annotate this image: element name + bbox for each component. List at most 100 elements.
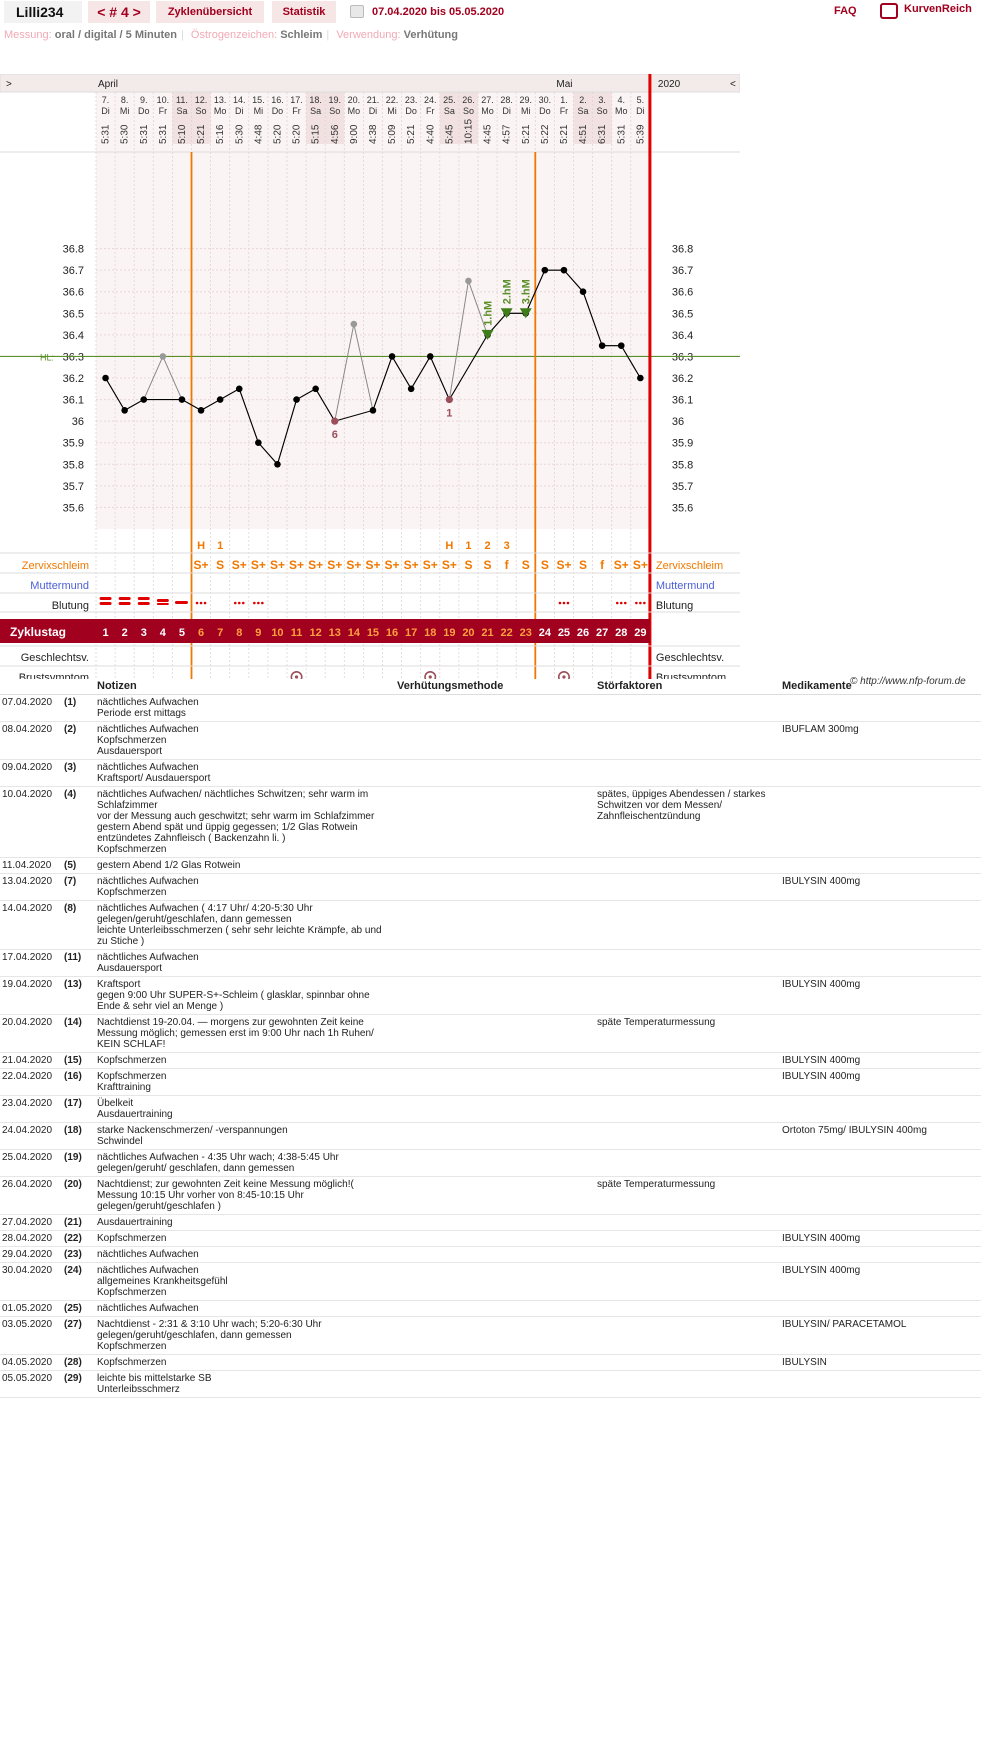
note-medi [780, 1176, 981, 1215]
note-medi: IBULYSIN 400mg [780, 1262, 981, 1301]
date-label: 8. [121, 95, 129, 105]
note-date: 10.04.2020 [0, 786, 62, 858]
note-day-number: (27) [62, 1316, 95, 1355]
note-method [395, 759, 595, 787]
mucus-mark: S+ [308, 558, 323, 572]
mucus-mark: S [216, 558, 224, 572]
time-label: 4:45 [483, 124, 494, 144]
table-row: 28.04.2020 (22) Kopfschmerzen IBULYSIN 400m… [0, 1230, 981, 1247]
note-date: 19.04.2020 [0, 976, 62, 1015]
setting-value-usage: Verhütung [403, 29, 458, 41]
spotting-dot [253, 601, 256, 605]
note-stoer [595, 1370, 780, 1398]
row-label-blutung: Blutung [52, 600, 89, 612]
note-text: Kraftsport gegen 9:00 Uhr SUPER-S+-Schle… [95, 976, 395, 1015]
cycle-day-number: 16 [386, 627, 398, 639]
note-day-number: (5) [62, 857, 95, 874]
note-day-number: (8) [62, 900, 95, 950]
date-label: 18. [309, 95, 322, 105]
time-label: 6:31 [597, 124, 608, 144]
mucus-mark: S+ [633, 558, 648, 572]
weekday-label: Do [138, 106, 150, 116]
temp-point [216, 396, 224, 403]
tab-statistics[interactable]: Statistik [272, 1, 336, 23]
date-label: 13. [214, 95, 227, 105]
bleeding-mark [99, 597, 112, 600]
note-medi: IBULYSIN 400mg [780, 976, 981, 1015]
tab-cycle-overview[interactable]: Zyklenübersicht [156, 1, 264, 23]
time-label: 5:31 [616, 124, 627, 144]
grid-bg [96, 92, 650, 529]
cycle-day-number: 3 [141, 627, 147, 639]
table-row: 07.04.2020 (1) nächtliches Aufwachen Perio… [0, 694, 981, 722]
high-temp-label: 1.hM [483, 301, 495, 326]
weekday-label: Fr [560, 106, 569, 116]
faq-link[interactable]: FAQ [834, 5, 857, 17]
mucus-mark: S+ [327, 558, 342, 572]
note-day-number: (2) [62, 721, 95, 760]
note-date: 25.04.2020 [0, 1149, 62, 1177]
note-date: 17.04.2020 [0, 949, 62, 977]
note-text: starke Nackenschmerzen/ -verspannungen S… [95, 1122, 395, 1150]
note-text: nächtliches Aufwachen Kopfschmerzen Ausd… [95, 721, 395, 760]
note-text: nächtliches Aufwachen - 4:35 Uhr wach; 4… [95, 1149, 395, 1177]
mucus-mark: S+ [423, 558, 438, 572]
note-stoer [595, 1095, 780, 1123]
row-label-right-zervix: Zervixschleim [656, 560, 723, 572]
table-row: 25.04.2020 (19) nächtliches Aufwachen - 4:… [0, 1149, 981, 1177]
spotting-dot [203, 601, 207, 605]
note-method [395, 949, 595, 977]
col-header-stoer: Störfaktoren [595, 678, 780, 695]
notes-section: Notizen Verhütungsmethode Störfaktoren M… [0, 678, 981, 1398]
note-method [395, 1052, 595, 1069]
note-date: 05.05.2020 [0, 1370, 62, 1398]
spotting-dot [566, 601, 570, 605]
table-row: 01.05.2020 (25) nächtliches Aufwachen [0, 1300, 981, 1317]
row-label-right-mutter: Muttermund [656, 580, 715, 592]
note-date: 09.04.2020 [0, 759, 62, 787]
date-label: 14. [233, 95, 246, 105]
weekday-label: Fr [159, 106, 168, 116]
mucus-mark: S+ [442, 558, 457, 572]
brand-name[interactable]: KurvenReich [904, 3, 972, 15]
note-text: Kopfschmerzen [95, 1230, 395, 1247]
note-day-number: (25) [62, 1300, 95, 1317]
time-label: 5:31 [158, 124, 169, 144]
temp-point [598, 342, 606, 349]
col-header-method: Verhütungsmethode [395, 678, 595, 695]
cycle-navigator[interactable]: < # 4 > [88, 1, 150, 23]
month-label: Mai [556, 79, 572, 90]
cycle-day-number: 12 [310, 627, 322, 639]
coverline-label: HL: [40, 352, 54, 362]
cycle-day-number: 23 [520, 627, 532, 639]
table-row: 21.04.2020 (15) Kopfschmerzen IBULYSIN 400m… [0, 1052, 981, 1069]
table-row: 13.04.2020 (7) nächtliches Aufwachen Kopfs… [0, 873, 981, 901]
note-method [395, 1122, 595, 1150]
note-date: 08.04.2020 [0, 721, 62, 760]
weekday-label: Mi [387, 106, 397, 116]
cycle-day-number: 14 [348, 627, 361, 639]
cycle-day-number: 5 [179, 627, 185, 639]
cycle-day-number: 19 [443, 627, 455, 639]
note-date: 23.04.2020 [0, 1095, 62, 1123]
table-row: 27.04.2020 (21) Ausdauertraining [0, 1214, 981, 1231]
note-date: 11.04.2020 [0, 857, 62, 874]
note-day-number: (23) [62, 1246, 95, 1263]
note-medi: IBUFLAM 300mg [780, 721, 981, 760]
printer-icon[interactable] [350, 5, 364, 18]
time-label: 5:45 [444, 124, 455, 144]
cycle-day-number: 25 [558, 627, 570, 639]
temp-point [312, 385, 319, 393]
note-day-number: (18) [62, 1122, 95, 1150]
weekday-label: Di [101, 106, 110, 116]
note-method [395, 1354, 595, 1371]
note-medi: Ortoton 75mg/ IBULYSIN 400mg [780, 1122, 981, 1150]
note-stoer [595, 1149, 780, 1177]
note-medi [780, 900, 981, 950]
col-header-notes: Notizen [95, 678, 395, 695]
note-stoer [595, 1230, 780, 1247]
temp-point [235, 385, 243, 393]
special-mark-label: 1 [446, 408, 452, 420]
note-day-number: (11) [62, 949, 95, 977]
cycle-day-number: 15 [367, 627, 379, 639]
